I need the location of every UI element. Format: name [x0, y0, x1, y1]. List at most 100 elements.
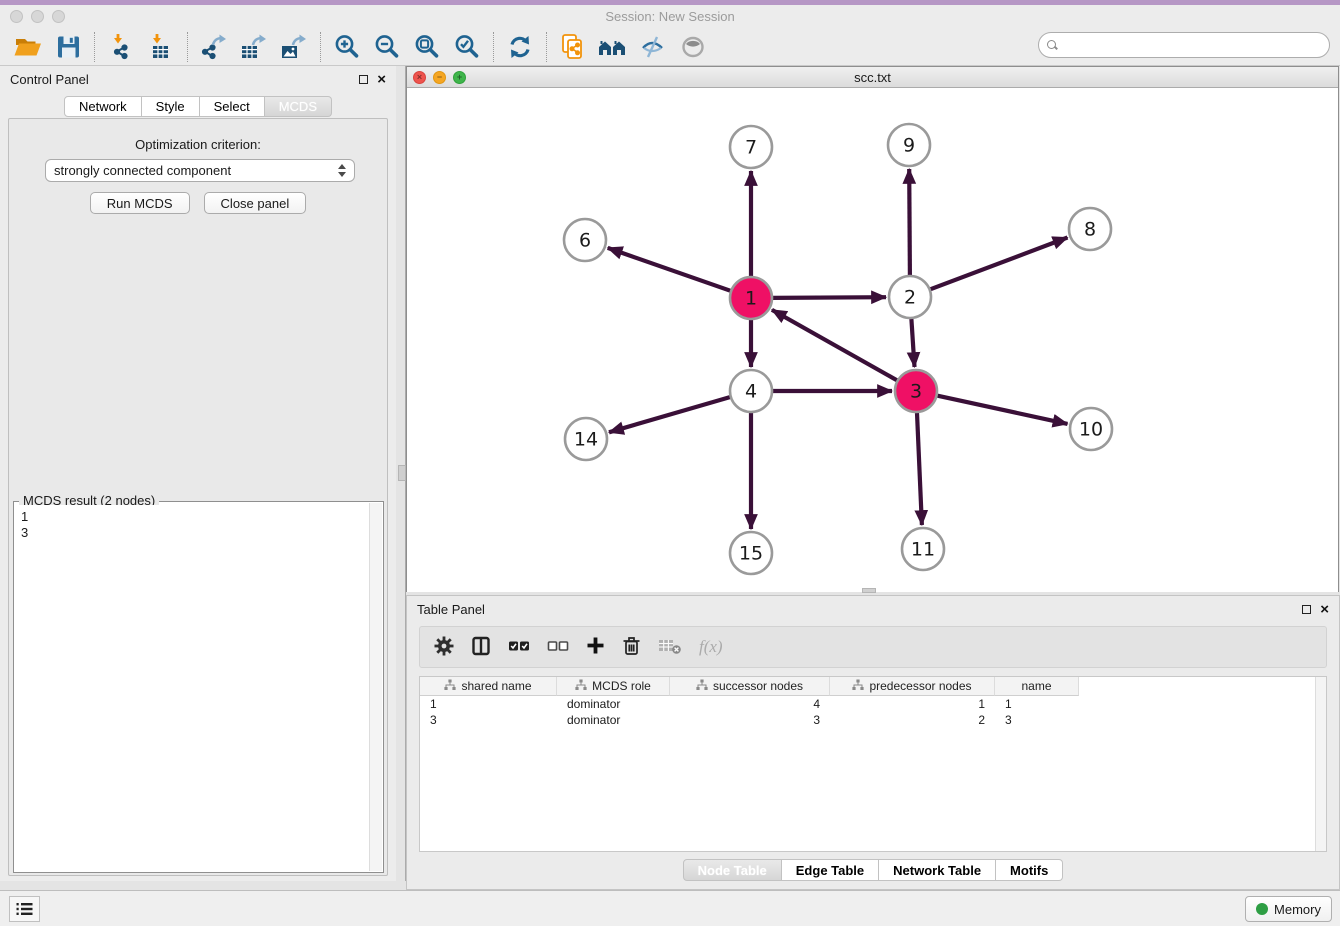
table-row[interactable]: 3dominator323: [420, 712, 1326, 728]
column-type-icon: [696, 679, 708, 694]
mcds-result-node[interactable]: 3: [21, 525, 363, 541]
graph-edge-4-14[interactable]: [609, 397, 730, 432]
mcds-result-node[interactable]: 1: [21, 509, 363, 525]
graph-edge-2-3[interactable]: [911, 319, 914, 367]
table-cell[interactable]: 2: [830, 713, 995, 727]
tab-motifs[interactable]: Motifs: [996, 859, 1063, 881]
zoom-in-button[interactable]: [327, 30, 367, 64]
network-close-button[interactable]: ×: [413, 71, 426, 84]
minimize-window-button[interactable]: [31, 10, 44, 23]
graph-node-4[interactable]: 4: [730, 370, 772, 412]
graph-node-14[interactable]: 14: [565, 418, 607, 460]
toggle-columns-button[interactable]: [471, 634, 491, 660]
graph-edge-3-1[interactable]: [772, 310, 897, 380]
table-cell[interactable]: 4: [670, 697, 830, 711]
tab-edge-table[interactable]: Edge Table: [782, 859, 879, 881]
birds-eye-view-button[interactable]: [673, 30, 713, 64]
graph-node-7[interactable]: 7: [730, 126, 772, 168]
graph-node-6[interactable]: 6: [564, 219, 606, 261]
result-scrollbar[interactable]: [369, 503, 382, 871]
float-table-panel-icon[interactable]: [1302, 605, 1311, 614]
graph-node-9[interactable]: 9: [888, 124, 930, 166]
table-cell[interactable]: 1: [830, 697, 995, 711]
graph-node-2[interactable]: 2: [889, 276, 931, 318]
column-header-name[interactable]: name: [995, 677, 1079, 696]
zoom-fit-button[interactable]: [407, 30, 447, 64]
hide-graphics-details-button[interactable]: [633, 30, 673, 64]
network-canvas[interactable]: 7 9 6 8 1 2 4 3 14 10 15 11: [407, 89, 1338, 592]
import-network-button[interactable]: [101, 30, 141, 64]
table-cell[interactable]: dominator: [557, 713, 670, 727]
save-session-button[interactable]: [48, 30, 88, 64]
select-all-columns-icon: [508, 639, 530, 656]
splitter-handle[interactable]: [398, 465, 406, 481]
graph-edge-2-9[interactable]: [909, 169, 910, 275]
apply-layout-button[interactable]: [500, 30, 540, 64]
panel-splitter[interactable]: [396, 66, 406, 881]
network-graph[interactable]: 7 9 6 8 1 2 4 3 14 10 15 11: [407, 89, 1338, 592]
table-cell[interactable]: 3: [420, 713, 557, 727]
network-resize-handle[interactable]: [862, 588, 876, 593]
mcds-result-list[interactable]: 13: [15, 505, 369, 871]
clone-network-button[interactable]: [553, 30, 593, 64]
export-image-button[interactable]: [274, 30, 314, 64]
table-row[interactable]: 1dominator411: [420, 696, 1326, 712]
run-mcds-button[interactable]: Run MCDS: [90, 192, 190, 214]
tab-mcds[interactable]: MCDS: [265, 96, 332, 117]
tab-network[interactable]: Network: [64, 96, 142, 117]
toolbar-separator: [493, 32, 494, 62]
zoom-selected-button[interactable]: [447, 30, 487, 64]
select-all-columns-button[interactable]: [508, 634, 530, 660]
graph-node-10[interactable]: 10: [1070, 408, 1112, 450]
float-panel-icon[interactable]: [359, 75, 368, 84]
table-cell[interactable]: dominator: [557, 697, 670, 711]
column-header-successor-nodes[interactable]: successor nodes: [670, 677, 830, 696]
graph-node-1[interactable]: 1: [730, 277, 772, 319]
import-table-button[interactable]: [141, 30, 181, 64]
open-file-button[interactable]: [8, 30, 48, 64]
graph-edge-3-11[interactable]: [917, 413, 922, 525]
tab-select[interactable]: Select: [200, 96, 265, 117]
graph-node-11[interactable]: 11: [902, 528, 944, 570]
graph-node-3[interactable]: 3: [895, 370, 937, 412]
tab-network-table[interactable]: Network Table: [879, 859, 996, 881]
column-header-MCDS-role[interactable]: MCDS role: [557, 677, 670, 696]
network-window-titlebar[interactable]: × − + scc.txt: [407, 67, 1338, 88]
task-history-button[interactable]: [9, 896, 40, 922]
close-panel-button[interactable]: Close panel: [204, 192, 307, 214]
export-network-button[interactable]: [194, 30, 234, 64]
table-cell[interactable]: 3: [995, 713, 1079, 727]
graph-edge-1-2[interactable]: [773, 297, 886, 298]
close-window-button[interactable]: [10, 10, 23, 23]
search-input[interactable]: [1064, 37, 1321, 54]
table-settings-button[interactable]: [434, 634, 454, 660]
zoom-window-button[interactable]: [52, 10, 65, 23]
unselect-all-columns-button[interactable]: [547, 634, 569, 660]
criterion-select[interactable]: strongly connected component: [45, 159, 355, 182]
column-header-shared-name[interactable]: shared name: [420, 677, 557, 696]
graph-edge-2-8[interactable]: [931, 238, 1068, 290]
graph-edge-3-10[interactable]: [938, 396, 1068, 424]
memory-button[interactable]: Memory: [1245, 896, 1332, 922]
graph-node-15[interactable]: 15: [730, 532, 772, 574]
table-cell[interactable]: 1: [995, 697, 1079, 711]
network-maximize-button[interactable]: +: [453, 71, 466, 84]
column-header-predecessor-nodes[interactable]: predecessor nodes: [830, 677, 995, 696]
graph-edge-1-6[interactable]: [608, 248, 731, 291]
graph-node-label: 14: [574, 429, 598, 451]
zoom-out-button[interactable]: [367, 30, 407, 64]
close-panel-icon[interactable]: ×: [377, 75, 386, 84]
create-column-button[interactable]: [586, 634, 605, 660]
delete-columns-button[interactable]: [622, 634, 641, 660]
export-table-button[interactable]: [234, 30, 274, 64]
search-box[interactable]: [1038, 32, 1330, 58]
network-minimize-button[interactable]: −: [433, 71, 446, 84]
tab-style[interactable]: Style: [142, 96, 200, 117]
close-table-panel-icon[interactable]: ×: [1320, 605, 1329, 614]
graph-node-8[interactable]: 8: [1069, 208, 1111, 250]
tab-node-table[interactable]: Node Table: [683, 859, 782, 881]
table-cell[interactable]: 3: [670, 713, 830, 727]
table-cell[interactable]: 1: [420, 697, 557, 711]
show-all-networks-button[interactable]: [593, 30, 633, 64]
table-scrollbar[interactable]: [1315, 677, 1326, 851]
